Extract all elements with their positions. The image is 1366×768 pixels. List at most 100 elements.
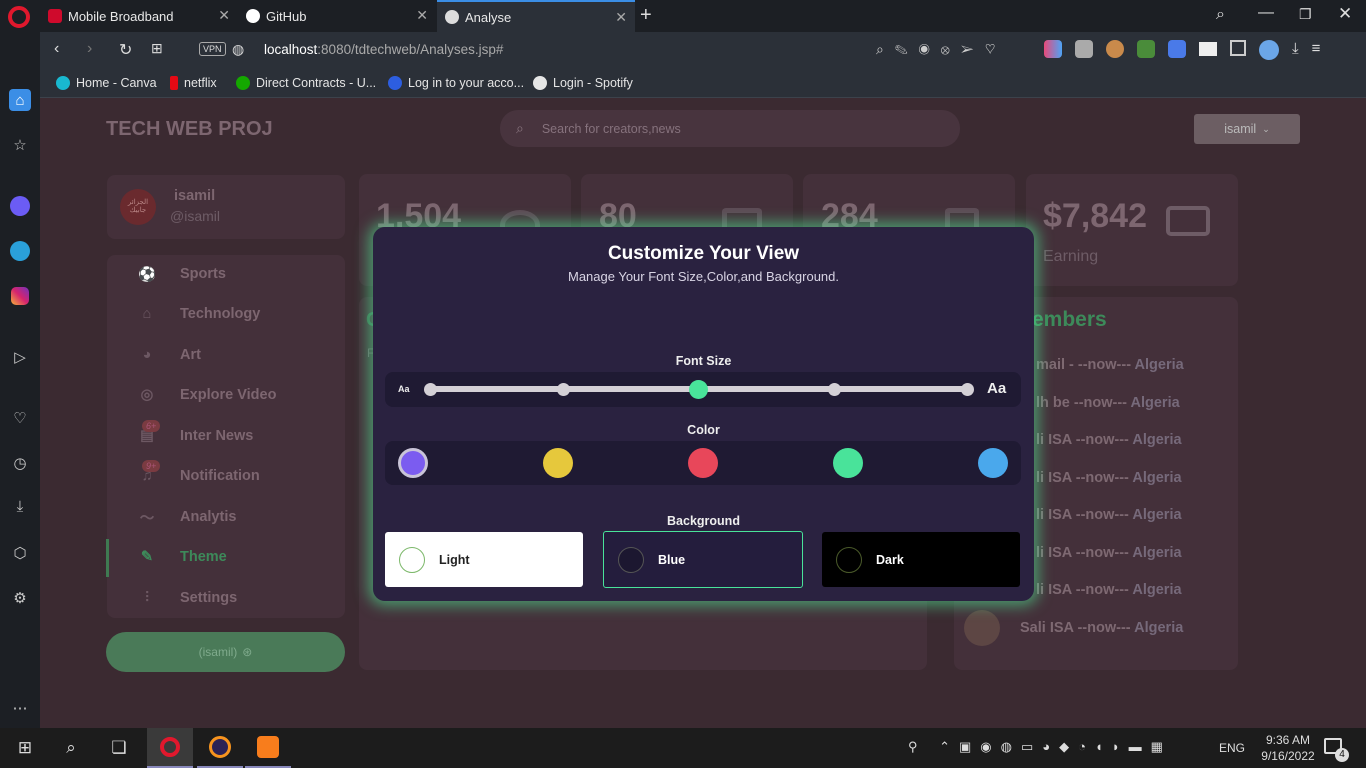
url-field[interactable]: localhost:8080/tdtechweb/Analyses.jsp#: [264, 42, 503, 57]
font-size-step[interactable]: [828, 383, 841, 396]
vpn-badge[interactable]: VPN: [199, 42, 226, 56]
member-row[interactable]: li ISA --now--- Algeria: [1036, 545, 1182, 561]
close-icon[interactable]: ✕: [218, 7, 230, 24]
bookmark-upwork[interactable]: Direct Contracts - U...: [236, 68, 376, 98]
globe-icon: [445, 10, 459, 24]
clock-time[interactable]: 9:36 AM: [1258, 733, 1318, 747]
task-view-icon[interactable]: ❏: [96, 728, 142, 768]
search-bar[interactable]: ⌕ Search for creators,news: [500, 110, 960, 147]
instagram-icon[interactable]: [9, 285, 31, 307]
search-input[interactable]: Search for creators,news: [542, 122, 681, 136]
star-icon[interactable]: ☆: [9, 134, 31, 156]
history-icon[interactable]: ◷: [9, 452, 31, 474]
tab-github[interactable]: GitHub ✕: [238, 0, 436, 32]
color-swatch-yellow[interactable]: [543, 448, 573, 478]
sidebar-item-settings[interactable]: ⫶ Settings: [138, 580, 237, 616]
bookmark-label: Home - Canva: [76, 76, 157, 90]
member-row[interactable]: li ISA --now--- Algeria: [1036, 470, 1182, 486]
close-icon[interactable]: ✕: [416, 7, 428, 24]
bookmark-spotify[interactable]: Login - Spotify: [533, 68, 633, 98]
sidebar-item-theme[interactable]: ✎ Theme: [138, 539, 227, 575]
sidebar-item-technology[interactable]: ⌂ Technology: [138, 296, 261, 332]
member-name: lh be --now---: [1036, 395, 1128, 411]
font-size-step[interactable]: [424, 383, 437, 396]
more-icon[interactable]: ⋯: [9, 697, 31, 719]
logout-button[interactable]: (isamil) ⊛: [106, 632, 345, 672]
member-row[interactable]: li ISA --now--- Algeria: [1036, 432, 1182, 448]
mail-icon[interactable]: [1199, 42, 1217, 56]
cube-icon[interactable]: ⬡: [9, 542, 31, 564]
tab-analyse[interactable]: Analyse ✕: [437, 0, 635, 32]
member-row[interactable]: mail - --now--- Algeria: [1036, 357, 1184, 373]
color-swatch-purple[interactable]: [398, 448, 428, 478]
windows-start-icon[interactable]: ⊞: [2, 728, 48, 768]
settings-icon[interactable]: ⚙: [9, 587, 31, 609]
color-swatch-blue[interactable]: [978, 448, 1008, 478]
extension-icon[interactable]: [1137, 40, 1155, 58]
telegram-icon[interactable]: [9, 240, 31, 262]
font-size-step[interactable]: [961, 383, 974, 396]
back-icon[interactable]: ‹: [54, 40, 59, 58]
modal-title: Customize Your View: [607, 243, 800, 264]
member-row[interactable]: li ISA --now--- Algeria: [1036, 582, 1182, 598]
background-option-blue[interactable]: Blue: [603, 531, 803, 588]
new-tab-button[interactable]: +: [640, 4, 652, 27]
opera-taskbar-icon[interactable]: [147, 728, 193, 768]
restore-button[interactable]: ❐: [1299, 6, 1312, 23]
profile-icon[interactable]: [1259, 40, 1279, 60]
messenger-icon[interactable]: [9, 195, 31, 217]
sidebar-item-explore-video[interactable]: ◎ Explore Video: [138, 377, 277, 413]
profile-name: isamil: [174, 188, 216, 204]
news-badge: 6+: [142, 420, 161, 432]
download-icon[interactable]: ⤓: [1292, 40, 1299, 60]
eclipse-taskbar-icon[interactable]: [197, 728, 243, 768]
color-swatch-green[interactable]: [833, 448, 863, 478]
minimize-button[interactable]: —: [1258, 4, 1274, 22]
font-size-thumb[interactable]: [689, 380, 708, 399]
close-window-button[interactable]: ✕: [1338, 4, 1352, 24]
font-size-step[interactable]: [557, 383, 570, 396]
bookmark-netflix[interactable]: netflix: [170, 68, 217, 98]
tabs-grid-icon[interactable]: ⊞: [151, 40, 163, 57]
tab-mobile-broadband[interactable]: Mobile Broadband ✕: [40, 0, 238, 32]
user-menu-button[interactable]: isamil ⌄: [1194, 114, 1300, 144]
font-large-label: Aa: [987, 380, 1007, 397]
forward-icon[interactable]: ›: [87, 40, 92, 58]
search-icon[interactable]: ⌕: [48, 728, 94, 768]
tray-icons: ⚲ ⌃▣◉◍▭◕◆◔◖◗▬▦: [908, 739, 1172, 754]
member-name: li ISA --now---: [1036, 432, 1129, 448]
sidebar-item-analytis[interactable]: 〜 Analytis: [138, 499, 237, 535]
search-tabs-icon[interactable]: ⌕: [1216, 6, 1225, 24]
nav-label: Inter News: [180, 428, 254, 444]
option-label: Dark: [876, 552, 904, 567]
sidebar-item-sports[interactable]: ⚽ Sports: [138, 256, 226, 292]
translate-icon[interactable]: [1168, 40, 1186, 58]
download-icon[interactable]: ⤓: [9, 495, 31, 517]
home-icon[interactable]: ⌂: [9, 89, 31, 111]
extension-icon[interactable]: [1044, 40, 1062, 58]
brush-icon: ✎: [140, 549, 154, 565]
opera-logo[interactable]: [8, 6, 30, 28]
members-title: embers: [1032, 308, 1107, 331]
member-row[interactable]: li ISA --now--- Algeria: [1036, 507, 1182, 523]
close-icon[interactable]: ✕: [615, 9, 627, 26]
heart-icon[interactable]: ♡: [9, 407, 31, 429]
extension-icon[interactable]: [1075, 40, 1093, 58]
player-icon[interactable]: ▷: [9, 346, 31, 368]
paypal-icon: [388, 76, 402, 90]
member-row[interactable]: lh be --now--- Algeria: [1036, 395, 1180, 411]
language-indicator[interactable]: ENG: [1219, 741, 1245, 755]
background-option-light[interactable]: Light: [385, 532, 583, 587]
reload-icon[interactable]: ↻: [119, 40, 132, 60]
background-option-dark[interactable]: Dark: [822, 532, 1020, 587]
cube-icon[interactable]: [1230, 40, 1246, 56]
sidebar-item-art[interactable]: ◕ Art: [138, 337, 201, 373]
bookmark-paypal[interactable]: Log in to your acco...: [388, 68, 524, 98]
clock-date[interactable]: 9/16/2022: [1254, 749, 1322, 763]
bookmark-canva[interactable]: Home - Canva: [56, 68, 157, 98]
member-row[interactable]: Sali ISA --now--- Algeria: [1020, 620, 1183, 636]
xampp-taskbar-icon[interactable]: [245, 728, 291, 768]
color-swatch-red[interactable]: [688, 448, 718, 478]
cookie-icon[interactable]: [1106, 40, 1124, 58]
menu-icon[interactable]: ≡: [1312, 40, 1321, 60]
